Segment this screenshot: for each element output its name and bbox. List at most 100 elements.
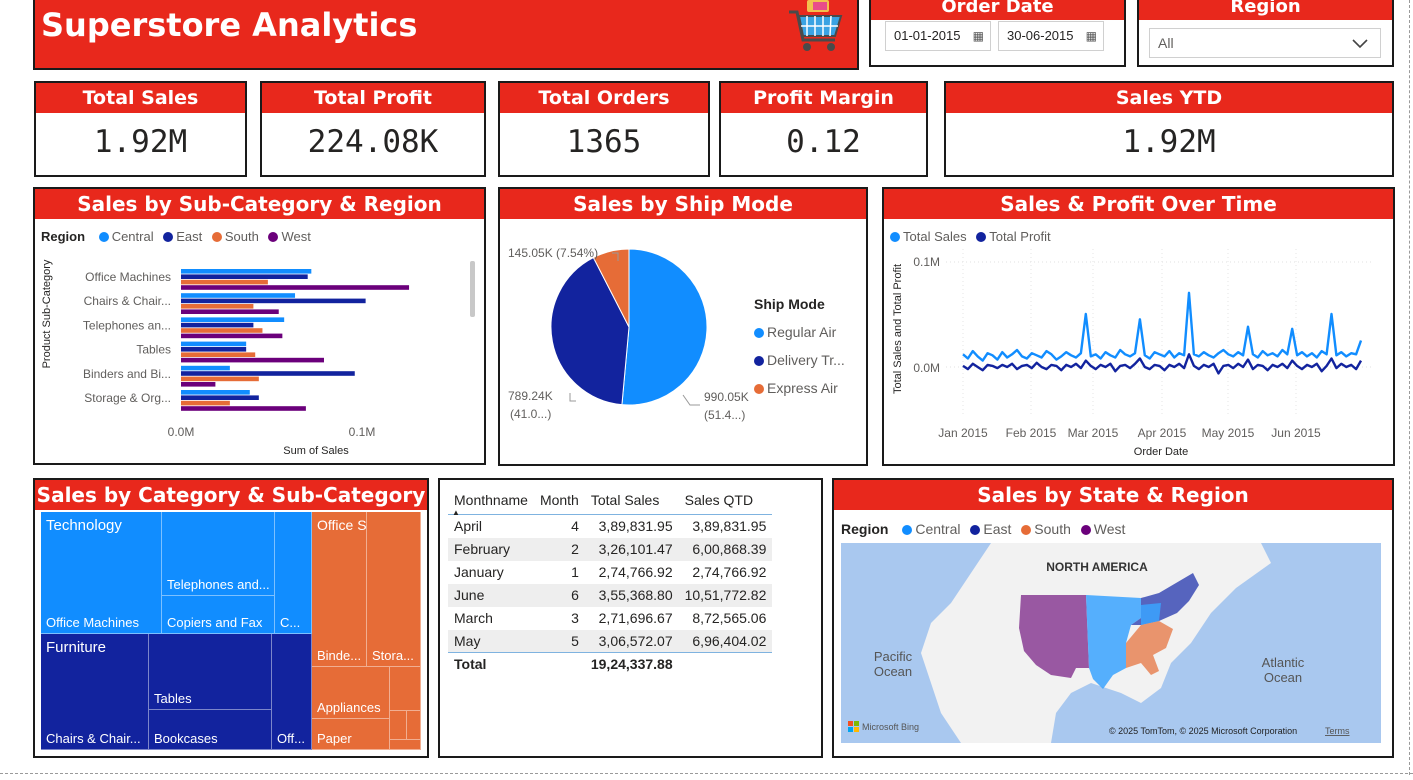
treemap-chairs[interactable]: Furniture Chairs & Chair...: [41, 634, 149, 750]
cell-total-month: [533, 652, 585, 676]
line-chart-ylabel: Total Sales and Total Profit: [892, 264, 904, 394]
bar-central[interactable]: [181, 365, 230, 371]
treemap-binders[interactable]: Office Supplies Binde...: [312, 512, 367, 667]
cell-month: 3: [571, 610, 579, 626]
treemap-furn-other[interactable]: Off...: [272, 634, 312, 750]
bar-central[interactable]: [181, 293, 296, 298]
bar-east[interactable]: [181, 298, 366, 304]
legend-label: West: [1093, 521, 1126, 537]
treemap-category-office-supplies: Office Supplies: [317, 517, 367, 533]
bar-east[interactable]: [181, 322, 254, 328]
treemap-small-a[interactable]: [390, 667, 421, 711]
column-header-monthname[interactable]: Monthname ▲: [448, 488, 534, 517]
category-label: Chairs & Chair...: [84, 294, 171, 308]
chevron-down-icon: [1352, 39, 1368, 49]
category-label: Telephones an...: [83, 318, 171, 332]
bar-central[interactable]: [181, 341, 247, 347]
treemap-telephones[interactable]: Telephones and...: [162, 512, 275, 596]
bar-west[interactable]: [181, 357, 324, 363]
map-legend[interactable]: Region Central East South West: [841, 521, 1125, 537]
bar-west[interactable]: [181, 309, 279, 314]
table-header-row: Monthname ▲ Month Total Sales Sales QTD: [448, 488, 773, 517]
bar-west[interactable]: [181, 382, 216, 387]
bar-south[interactable]: [181, 328, 263, 333]
treemap-small-b[interactable]: [390, 711, 407, 740]
bar-central[interactable]: [181, 269, 312, 274]
treemap-tech-other[interactable]: C...: [275, 512, 312, 634]
treemap-small-d[interactable]: [390, 740, 421, 750]
map-brand: Microsoft Bing: [862, 722, 919, 732]
bar-west[interactable]: [181, 285, 410, 290]
line-total-sales[interactable]: [962, 291, 1363, 362]
bar-south[interactable]: [181, 400, 230, 406]
treemap-appliances[interactable]: Appliances: [312, 667, 390, 719]
bar-chart-svg[interactable]: Product Sub-Category Sum of Sales 0.0M 0…: [35, 219, 484, 463]
bar-central[interactable]: [181, 317, 285, 322]
table-row[interactable]: March 3 2,71,696.67 8,72,565.06: [448, 607, 772, 630]
bar-west[interactable]: [181, 333, 283, 339]
us-map[interactable]: NORTH AMERICA Pacific Ocean Atlantic Oce…: [841, 543, 1381, 743]
table-row[interactable]: April 4 3,89,831.95 3,89,831.95: [448, 515, 772, 538]
column-header-sales-qtd[interactable]: Sales QTD: [678, 488, 773, 515]
treemap-bookcases[interactable]: Bookcases: [149, 710, 272, 750]
column-label: Sales QTD: [684, 492, 754, 508]
pie-slice-regular-air[interactable]: [621, 248, 708, 406]
bar-east[interactable]: [181, 347, 247, 352]
calendar-icon[interactable]: ▦: [973, 22, 984, 50]
map-panel: Sales by State & Region Region Central E…: [832, 478, 1394, 758]
legend-label: East: [983, 521, 1012, 537]
kpi-total-orders: Total Orders 1365: [498, 81, 710, 177]
pie-label-express: 145.05K (7.54%): [508, 246, 598, 260]
bar-east[interactable]: [181, 274, 308, 279]
cell-total-sales: 19,24,337.88: [584, 652, 679, 676]
kpi-sales-ytd: Sales YTD 1.92M: [944, 81, 1394, 177]
calendar-icon[interactable]: ▦: [1086, 22, 1097, 50]
treemap-office-machines[interactable]: Technology Office Machines: [41, 512, 162, 634]
kpi-value: 1.92M: [1122, 124, 1216, 160]
bar-south[interactable]: [181, 304, 254, 309]
bar-east[interactable]: [181, 395, 259, 400]
bar-chart-ylabel: Product Sub-Category: [41, 259, 53, 368]
table-row[interactable]: February 2 3,26,101.47 6,00,868.39: [448, 537, 773, 561]
column-header-total-sales[interactable]: Total Sales: [584, 488, 679, 515]
bar-south[interactable]: [181, 279, 268, 285]
x-tick-label: Jan 2015: [938, 426, 988, 440]
map-label-pacific: Pacific: [874, 649, 913, 664]
legend-label: Express Air: [767, 380, 838, 396]
treemap-copiers[interactable]: Copiers and Fax: [162, 596, 275, 634]
table-row[interactable]: January 1 2,74,766.92 2,74,766.92: [448, 561, 772, 584]
cell-total-qtd: [678, 652, 773, 676]
region-dropdown[interactable]: All: [1149, 28, 1381, 58]
cell-monthname: April: [454, 518, 483, 535]
bar-east[interactable]: [181, 371, 355, 376]
pie-chart-legend[interactable]: Ship Mode Regular Air Delivery Tr... Exp…: [754, 290, 845, 402]
category-label: Binders and Bi...: [83, 367, 171, 381]
start-date-input[interactable]: 01-01-2015 ▦: [885, 21, 991, 51]
treemap-tables[interactable]: Tables: [149, 634, 272, 710]
kpi-total-profit: Total Profit 224.08K: [260, 81, 486, 177]
map-terms-link[interactable]: Terms: [1325, 726, 1350, 736]
table-row[interactable]: June 6 3,55,368.80 10,51,772.82: [448, 583, 773, 607]
bar-central[interactable]: [181, 390, 250, 395]
treemap-paper[interactable]: Paper: [312, 719, 390, 750]
bar-west[interactable]: [181, 406, 306, 411]
bar-south[interactable]: [181, 352, 256, 357]
y-tick-top: 0.1M: [913, 255, 940, 269]
bar-chart-scrollbar[interactable]: [470, 261, 475, 317]
treemap-small-c[interactable]: [407, 711, 421, 740]
cell-month: 6: [533, 583, 585, 607]
treemap-storage[interactable]: Stora...: [367, 512, 421, 667]
bar-south[interactable]: [181, 376, 259, 382]
treemap-label: Copiers and Fax: [167, 615, 263, 630]
column-header-month[interactable]: Month: [533, 488, 585, 515]
x-tick-label: Feb 2015: [1006, 426, 1057, 440]
column-label: Monthname: [454, 492, 528, 508]
end-date-input[interactable]: 30-06-2015 ▦: [998, 21, 1104, 51]
legend-dot-delivery-truck: [754, 356, 764, 366]
table-row[interactable]: May 5 3,06,572.07 6,96,404.02: [448, 629, 773, 653]
legend-dot-east: [970, 525, 981, 535]
bar-chart-panel: Sales by Sub-Category & Region Region Ce…: [33, 187, 486, 465]
pie-label-delivery-value: 789.24K: [508, 389, 553, 403]
line-chart-svg[interactable]: Total Sales and Total Profit Order Date …: [884, 219, 1393, 464]
pie-label-regular-value: 990.05K: [704, 390, 749, 404]
